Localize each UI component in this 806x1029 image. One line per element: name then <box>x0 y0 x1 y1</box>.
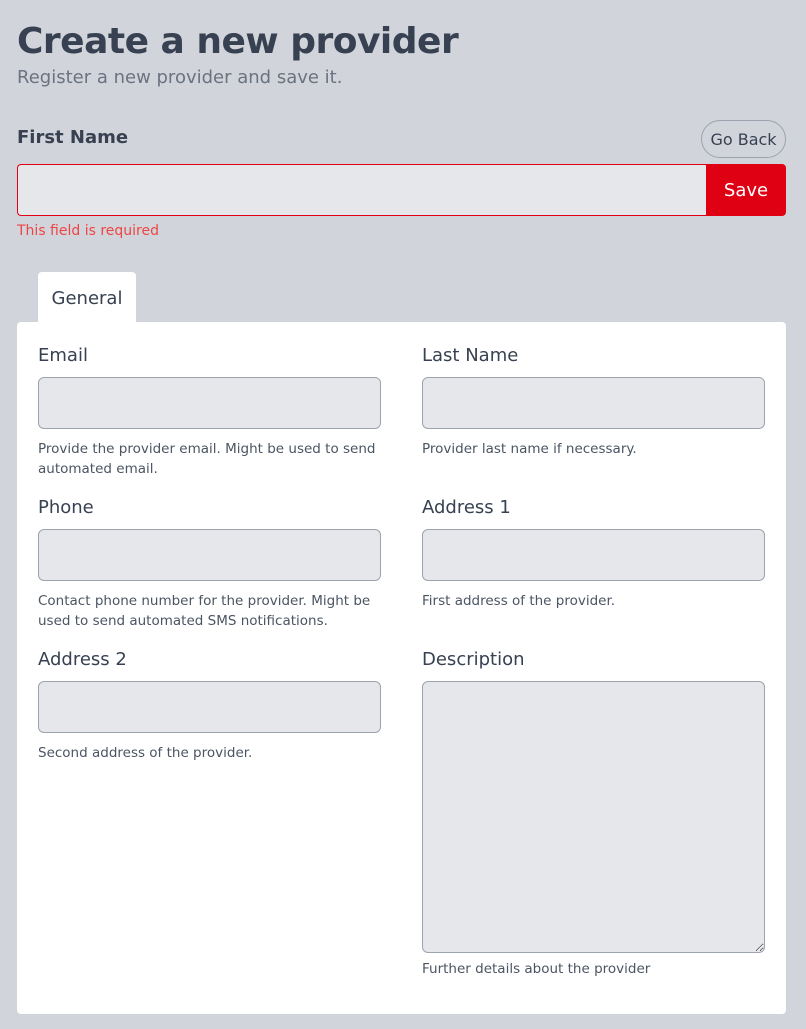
first-name-row: Save <box>17 164 786 216</box>
save-button[interactable]: Save <box>706 164 786 216</box>
address2-input[interactable] <box>38 681 381 733</box>
description-textarea[interactable] <box>422 681 765 953</box>
email-help: Provide the provider email. Might be use… <box>38 441 376 477</box>
last-name-input[interactable] <box>422 377 765 429</box>
page-title: Create a new provider <box>17 21 459 62</box>
first-name-error: This field is required <box>17 223 160 239</box>
description-label: Description <box>422 649 525 670</box>
address1-label: Address 1 <box>422 497 511 518</box>
description-field-group: Description Further details about the pr… <box>422 648 765 979</box>
first-name-input[interactable] <box>17 164 706 216</box>
address2-label: Address 2 <box>38 649 127 670</box>
phone-field-group: Phone Contact phone number for the provi… <box>38 496 381 631</box>
tab-general[interactable]: General <box>38 272 136 324</box>
address1-help: First address of the provider. <box>422 593 616 609</box>
email-input[interactable] <box>38 377 381 429</box>
address2-field-group: Address 2 Second address of the provider… <box>38 648 381 763</box>
page-subtitle: Register a new provider and save it. <box>17 67 343 88</box>
last-name-field-group: Last Name Provider last name if necessar… <box>422 344 765 459</box>
address1-input[interactable] <box>422 529 765 581</box>
go-back-button[interactable]: Go Back <box>701 120 786 158</box>
address2-help: Second address of the provider. <box>38 745 253 761</box>
last-name-label: Last Name <box>422 345 519 366</box>
address1-field-group: Address 1 First address of the provider. <box>422 496 765 611</box>
first-name-label: First Name <box>17 127 129 148</box>
last-name-help: Provider last name if necessary. <box>422 441 637 457</box>
phone-label: Phone <box>38 497 94 518</box>
email-label: Email <box>38 345 88 366</box>
description-help: Further details about the provider <box>422 961 651 977</box>
phone-help: Contact phone number for the provider. M… <box>38 593 371 629</box>
phone-input[interactable] <box>38 529 381 581</box>
general-panel: Email Provide the provider email. Might … <box>17 322 786 1014</box>
email-field-group: Email Provide the provider email. Might … <box>38 344 381 479</box>
